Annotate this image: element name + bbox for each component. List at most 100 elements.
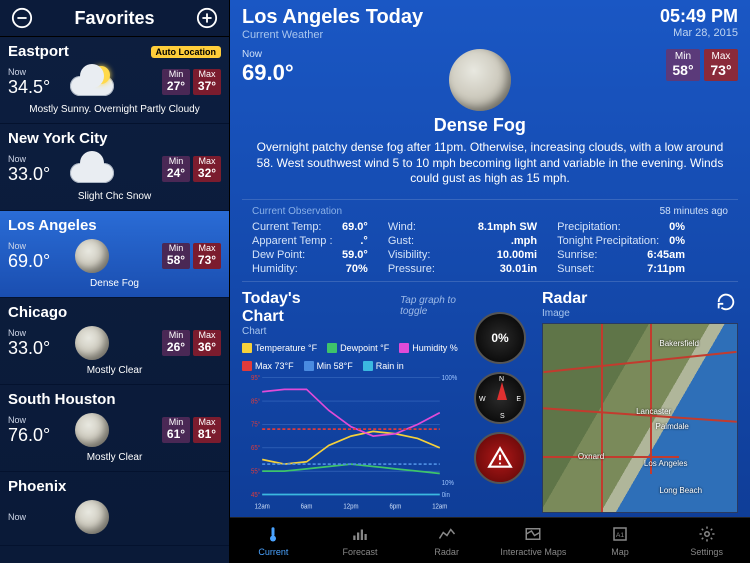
radar-panel[interactable]: Radar Image BakersfieldLancasterPalmdale… bbox=[542, 290, 738, 513]
moon-icon bbox=[449, 49, 511, 111]
now-temp: 69.0° bbox=[242, 60, 294, 86]
chart-legend: Temperature °FDewpoint °FHumidity %Max 7… bbox=[242, 343, 464, 371]
favorite-condition: Mostly Sunny. Overnight Partly Cloudy bbox=[8, 104, 221, 115]
svg-text:A1: A1 bbox=[616, 532, 625, 539]
favorite-item[interactable]: Los AngelesNow69.0°Min58°Max73°Dense Fog bbox=[0, 211, 229, 298]
tab-map[interactable]: A1Map bbox=[577, 518, 664, 563]
thermo-icon bbox=[263, 525, 283, 545]
forecast-description: Overnight patchy dense fog after 11pm. O… bbox=[255, 140, 725, 187]
weather-icon bbox=[62, 236, 122, 276]
map-icon: A1 bbox=[610, 525, 630, 545]
min-temp-badge: Min58° bbox=[666, 49, 700, 81]
clock-date: Mar 28, 2015 bbox=[660, 27, 738, 39]
radar-icon bbox=[437, 525, 457, 545]
svg-text:12am: 12am bbox=[255, 503, 271, 510]
alert-button[interactable] bbox=[474, 432, 526, 484]
favorite-condition: Slight Chc Snow bbox=[8, 191, 221, 202]
favorite-temp: 34.5° bbox=[8, 77, 50, 98]
map-place-label: Los Angeles bbox=[644, 459, 688, 468]
min-badge: Min27° bbox=[162, 69, 190, 95]
tab-forecast[interactable]: Forecast bbox=[317, 518, 404, 563]
tab-radar[interactable]: Radar bbox=[403, 518, 490, 563]
gear-icon bbox=[697, 525, 717, 545]
favorite-item[interactable]: New York CityNow33.0°Min24°Max32°Slight … bbox=[0, 124, 229, 211]
condition-icon-box: Dense Fog bbox=[434, 49, 526, 136]
precip-gauge[interactable]: 0% bbox=[474, 312, 526, 364]
svg-text:6am: 6am bbox=[301, 503, 313, 510]
condition-text: Dense Fog bbox=[434, 115, 526, 136]
favorite-city: Chicago bbox=[8, 304, 67, 321]
max-badge: Max32° bbox=[193, 156, 221, 182]
sidebar-header: Favorites bbox=[0, 0, 229, 37]
favorite-item[interactable]: ChicagoNow33.0°Min26°Max36°Mostly Clear bbox=[0, 298, 229, 385]
gauge-column: 0% N E S W bbox=[474, 290, 532, 513]
map-place-label: Palmdale bbox=[656, 422, 689, 431]
favorite-temp: 33.0° bbox=[8, 338, 50, 359]
max-badge: Max73° bbox=[193, 243, 221, 269]
max-badge: Max81° bbox=[193, 417, 221, 443]
weather-icon bbox=[62, 323, 122, 363]
main-panel: Los Angeles Today Current Weather 05:49 … bbox=[230, 0, 750, 563]
remove-favorite-button[interactable] bbox=[10, 6, 34, 30]
now-temp-box: Now 69.0° bbox=[242, 49, 294, 86]
sidebar-title: Favorites bbox=[34, 8, 195, 29]
clock-time: 05:49 PM bbox=[660, 6, 738, 27]
map-place-label: Bakersfield bbox=[659, 339, 699, 348]
favorite-item[interactable]: PhoenixNow bbox=[0, 472, 229, 546]
tab-settings[interactable]: Settings bbox=[663, 518, 750, 563]
favorite-city: New York City bbox=[8, 130, 107, 147]
svg-text:0in: 0in bbox=[442, 491, 450, 498]
weather-icon bbox=[62, 410, 122, 450]
favorite-temp: 76.0° bbox=[8, 425, 50, 446]
favorite-city: Eastport bbox=[8, 43, 69, 60]
favorite-item[interactable]: EastportAuto LocationNow34.5°Min27°Max37… bbox=[0, 37, 229, 124]
max-temp-badge: Max73° bbox=[704, 49, 738, 81]
favorite-condition: Mostly Clear bbox=[8, 365, 221, 376]
chart-plot[interactable]: 45°55°65°75°85°95°0in10%100%12am6am12pm6… bbox=[242, 373, 464, 513]
weather-summary: Now 69.0° Dense Fog Min58° Max73° Overni… bbox=[230, 43, 750, 195]
svg-text:100%: 100% bbox=[442, 374, 458, 381]
favorite-item[interactable]: South HoustonNow76.0°Min61°Max81°Mostly … bbox=[0, 385, 229, 472]
weather-icon bbox=[62, 497, 122, 537]
add-favorite-button[interactable] bbox=[195, 6, 219, 30]
page-title: Los Angeles Today bbox=[242, 6, 423, 29]
tab-current[interactable]: Current bbox=[230, 518, 317, 563]
favorite-city: South Houston bbox=[8, 391, 115, 408]
map-place-label: Lancaster bbox=[636, 407, 671, 416]
page-subtitle: Current Weather bbox=[242, 29, 423, 41]
bottom-tab-bar: CurrentForecastRadarInteractive MapsA1Ma… bbox=[230, 517, 750, 563]
svg-text:85°: 85° bbox=[251, 397, 261, 406]
weather-icon bbox=[62, 149, 122, 189]
main-header: Los Angeles Today Current Weather 05:49 … bbox=[230, 0, 750, 43]
imaps-icon bbox=[523, 525, 543, 545]
min-badge: Min58° bbox=[162, 243, 190, 269]
favorite-condition: Dense Fog bbox=[8, 278, 221, 289]
map-place-label: Oxnard bbox=[578, 452, 604, 461]
svg-text:95°: 95° bbox=[251, 373, 261, 382]
favorite-temp: 33.0° bbox=[8, 164, 50, 185]
favorite-city: Los Angeles bbox=[8, 217, 97, 234]
weather-icon bbox=[62, 62, 122, 102]
todays-chart-panel[interactable]: Today's Chart Chart Tap graph to toggle … bbox=[242, 290, 464, 513]
svg-text:55°: 55° bbox=[251, 467, 261, 476]
favorites-sidebar: Favorites EastportAuto LocationNow34.5°M… bbox=[0, 0, 230, 563]
refresh-icon[interactable] bbox=[714, 290, 738, 314]
radar-map[interactable]: Bakersfield Lancaster Palmdale Oxnard Los An… bbox=[542, 323, 738, 513]
svg-text:6pm: 6pm bbox=[389, 503, 401, 510]
observation-age: 58 minutes ago bbox=[660, 206, 728, 217]
svg-text:10%: 10% bbox=[442, 480, 454, 487]
max-badge: Max36° bbox=[193, 330, 221, 356]
compass-gauge[interactable]: N E S W bbox=[474, 372, 526, 424]
svg-text:45°: 45° bbox=[251, 490, 261, 499]
min-badge: Min24° bbox=[162, 156, 190, 182]
auto-location-badge: Auto Location bbox=[151, 46, 222, 58]
min-badge: Min26° bbox=[162, 330, 190, 356]
forecast-icon bbox=[350, 525, 370, 545]
chart-hint: Tap graph to toggle bbox=[400, 295, 464, 317]
svg-text:12am: 12am bbox=[432, 503, 448, 510]
tab-interactive maps[interactable]: Interactive Maps bbox=[490, 518, 577, 563]
svg-text:12pm: 12pm bbox=[343, 503, 359, 510]
svg-text:65°: 65° bbox=[251, 443, 261, 452]
min-badge: Min61° bbox=[162, 417, 190, 443]
favorites-list[interactable]: EastportAuto LocationNow34.5°Min27°Max37… bbox=[0, 37, 229, 563]
